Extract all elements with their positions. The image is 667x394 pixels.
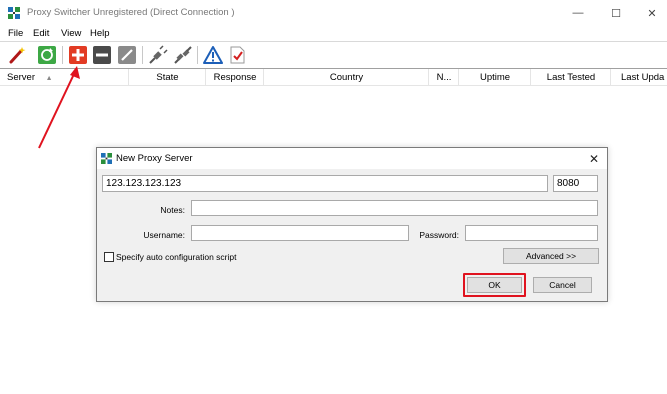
cancel-button[interactable]: Cancel [533,277,592,293]
minimize-button[interactable]: — [560,0,596,26]
menu-view[interactable]: View [61,28,81,39]
edit-proxy-button[interactable] [116,44,138,66]
magic-wand-button[interactable] [6,44,28,66]
add-proxy-icon [69,46,87,64]
new-proxy-server-dialog: New Proxy Server ✕ 123.123.123.123 8080 … [96,147,608,302]
proxy-switcher-grid-icon [101,153,112,164]
connect-plug-icon [149,45,168,64]
column-uptime[interactable]: Uptime [460,69,531,86]
check-document-button[interactable] [226,44,248,66]
remove-proxy-button[interactable] [91,44,113,66]
column-server-label: Server [7,72,35,83]
column-n[interactable]: N... [430,69,459,86]
password-label: Password: [419,230,459,240]
notes-label: Notes: [160,205,185,215]
password-input[interactable] [465,225,598,241]
warning-button[interactable] [202,44,224,66]
disconnect-button[interactable] [172,44,194,66]
host-input[interactable]: 123.123.123.123 [102,175,548,192]
close-window-button[interactable]: ✕ [634,0,667,26]
dialog-title: New Proxy Server [116,153,193,164]
ok-button[interactable]: OK [467,277,522,293]
disconnect-plug-icon [174,46,192,64]
add-proxy-button[interactable] [67,44,89,66]
toolbar-separator [142,46,143,64]
dialog-close-button[interactable]: ✕ [585,150,603,167]
title-bar: Proxy Switcher Unregistered (Direct Conn… [0,0,667,26]
connect-button[interactable] [147,44,169,66]
check-document-icon [230,46,245,64]
column-header-row: Server ▲ State Response Country N... Upt… [0,68,667,86]
toolbar [0,41,667,67]
username-label: Username: [143,230,185,240]
maximize-button[interactable]: ☐ [598,0,634,26]
toolbar-separator [62,46,63,64]
advanced-button[interactable]: Advanced >> [503,248,599,264]
menu-bar: File Edit View Help [0,26,667,41]
window-title: Proxy Switcher Unregistered (Direct Conn… [27,7,235,18]
column-country[interactable]: Country [265,69,429,86]
column-last-tested[interactable]: Last Tested [532,69,611,86]
column-state[interactable]: State [130,69,206,86]
auto-config-checkbox[interactable] [104,252,114,262]
column-server[interactable]: Server ▲ [0,69,129,86]
port-input[interactable]: 8080 [553,175,598,192]
menu-file[interactable]: File [8,28,23,39]
dialog-title-bar: New Proxy Server ✕ [97,148,607,169]
column-last-updated[interactable]: Last Upda [612,69,667,86]
toolbar-separator [197,46,198,64]
edit-proxy-icon [118,46,136,64]
menu-help[interactable]: Help [90,28,110,39]
refresh-icon [38,46,56,64]
column-response[interactable]: Response [207,69,264,86]
magic-wand-icon [9,47,26,64]
refresh-button[interactable] [36,44,58,66]
auto-config-label: Specify auto configuration script [116,252,237,262]
proxy-switcher-grid-icon [8,7,20,19]
notes-input[interactable] [191,200,598,216]
username-input[interactable] [191,225,409,241]
sort-ascending-icon: ▲ [45,75,53,82]
warning-icon [203,46,223,64]
remove-proxy-icon [93,46,111,64]
menu-edit[interactable]: Edit [33,28,49,39]
